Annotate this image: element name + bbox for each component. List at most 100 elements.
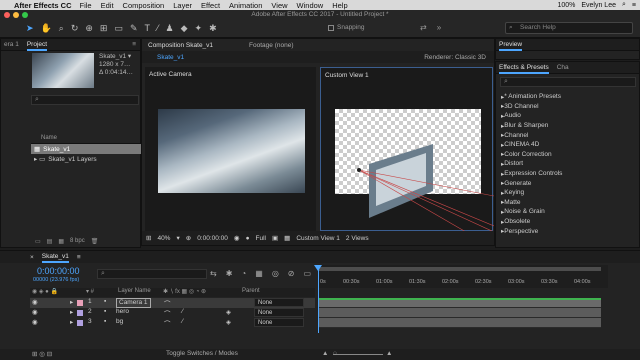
project-item[interactable]: ▸ ▭ Skate_v1 Layers [31, 154, 141, 164]
column-parent[interactable]: Parent [242, 288, 260, 294]
graph-icon[interactable]: ▭ [304, 269, 312, 278]
region-icon[interactable]: ▣ [272, 234, 278, 242]
tab-timeline-comp[interactable]: Skate_v1 [41, 251, 69, 263]
label-color-swatch[interactable] [77, 310, 83, 316]
comp-name[interactable]: Skate_v1 ▾ [99, 53, 133, 61]
list-item[interactable]: ▸ Obsolete [496, 217, 637, 227]
menu-composition[interactable]: Composition [123, 1, 165, 10]
list-item[interactable]: ▸ Distort [496, 159, 637, 169]
timeline-search-input[interactable]: ⌕ [97, 269, 207, 279]
new-comp-icon[interactable]: ▦ [58, 238, 64, 245]
eye-icon[interactable]: ◉ [32, 298, 38, 306]
table-row[interactable]: ◉ ▸ 2 ▪ hero ⌒ ∕ ◈ None [30, 308, 315, 318]
label-color-swatch[interactable] [77, 300, 83, 306]
shy-switch-icon[interactable]: ⌒ [164, 308, 171, 318]
eye-icon[interactable]: ◉ [32, 318, 38, 326]
panel-menu-icon[interactable]: ≡ [77, 254, 81, 261]
snapping-toggle[interactable]: Snapping [328, 24, 364, 31]
roto-brush-tool-icon[interactable]: ✦ [195, 23, 203, 34]
interpret-footage-icon[interactable]: ▭ [35, 238, 41, 245]
rectangle-tool-icon[interactable]: ▭ [114, 23, 123, 34]
eye-icon[interactable]: ◉ [32, 308, 38, 316]
parent-select[interactable]: None [254, 318, 304, 327]
bpc-label[interactable]: 8 bpc [70, 238, 85, 244]
list-item[interactable]: ▸ * Animation Presets [496, 92, 637, 102]
camera-tool-icon[interactable]: ⊕ [85, 23, 93, 34]
composition-mini-flowchart-icon[interactable]: ⇆ [210, 269, 217, 278]
zoom-select[interactable]: 40% [157, 235, 170, 242]
always-preview-icon[interactable]: ⊞ [146, 234, 151, 242]
layer-bar[interactable] [318, 318, 601, 328]
list-item[interactable]: ▸ Noise & Grain [496, 207, 637, 217]
parent-select[interactable]: None [254, 308, 304, 317]
clone-stamp-tool-icon[interactable]: ♟ [166, 23, 174, 34]
tab-effects-presets[interactable]: Effects & Presets [499, 62, 549, 74]
menu-effect[interactable]: Effect [201, 1, 220, 10]
puppet-pin-tool-icon[interactable]: ✱ [209, 23, 217, 34]
parent-select[interactable]: None [254, 298, 304, 307]
quality-switch-icon[interactable]: ∕ [182, 308, 183, 315]
resolution-icon[interactable]: ▾ [176, 234, 179, 242]
draft-3d-icon[interactable]: ✱ [226, 269, 233, 278]
list-icon[interactable]: ≡ [632, 2, 636, 9]
list-item[interactable]: ▸ Channel [496, 130, 637, 140]
view-select[interactable]: Custom View 1 [296, 235, 340, 242]
search-icon[interactable]: ⌕ [622, 1, 626, 9]
hand-tool-icon[interactable]: ✋ [41, 23, 52, 34]
active-camera-view[interactable]: Active Camera [145, 67, 316, 231]
comp-subtab[interactable]: Skate_v1 [157, 54, 184, 61]
pen-tool-icon[interactable]: ✎ [130, 23, 138, 34]
snap-options-icon[interactable]: ⇄ [420, 23, 427, 32]
table-row[interactable]: ◉ ▸ 3 ▪ bg ⌒ ∕ ◈ None [30, 318, 315, 328]
layer-switches-icon[interactable]: ⊞ ◎ ⊟ [32, 350, 52, 358]
tab-composition[interactable]: Composition Skate_v1 [148, 42, 213, 49]
layer-name[interactable]: hero [116, 308, 129, 315]
shy-switch-icon[interactable]: ⌒ [164, 298, 171, 308]
zoom-slider-handle[interactable]: ○ [333, 350, 337, 357]
project-item[interactable]: ▦ Skate_v1 [31, 144, 141, 154]
graph-editor-icon[interactable]: ⊘ [288, 269, 295, 278]
time-ruler[interactable]: 0s 00:30s 01:00s 01:30s 02:00s 02:30s 03… [318, 265, 608, 288]
3d-layer-icon[interactable]: ◈ [226, 308, 231, 316]
label-color-swatch[interactable] [77, 320, 83, 326]
effects-search-input[interactable]: ⌕ [500, 77, 636, 87]
tab-camera[interactable]: era 1 [4, 41, 19, 48]
list-item[interactable]: ▸ Expression Controls [496, 169, 637, 179]
close-icon[interactable]: × [30, 254, 34, 261]
layer-bar[interactable] [318, 298, 601, 308]
trash-icon[interactable]: 🗑 [91, 238, 99, 245]
expand-icon[interactable]: ▸ [70, 308, 73, 316]
work-area-bar[interactable] [318, 267, 601, 271]
menu-file[interactable]: File [80, 1, 92, 10]
snapshot-icon[interactable]: ◉ [234, 234, 240, 242]
grid-icon[interactable]: ⊕ [186, 234, 191, 242]
channel-icon[interactable]: ● [246, 235, 250, 242]
list-item[interactable]: ▸ Blur & Sharpen [496, 121, 637, 131]
menu-edit[interactable]: Edit [101, 1, 114, 10]
current-time[interactable]: 0:00:00:00 [37, 266, 80, 276]
project-search-input[interactable]: ⌕ [31, 95, 139, 105]
menu-layer[interactable]: Layer [173, 1, 192, 10]
list-item[interactable]: ▸ Audio [496, 111, 637, 121]
tab-footage[interactable]: Footage (none) [249, 42, 293, 49]
tab-project[interactable]: Project [26, 39, 48, 51]
eraser-tool-icon[interactable]: ◆ [181, 23, 188, 34]
menu-help[interactable]: Help [332, 1, 347, 10]
list-item[interactable]: ▸ Color Correction [496, 150, 637, 160]
user-name[interactable]: Evelyn Lee [581, 2, 616, 9]
menu-animation[interactable]: Animation [229, 1, 262, 10]
timecode-display[interactable]: 0:00:00:00 [197, 235, 228, 242]
panel-menu-icon[interactable]: ≡ [132, 41, 136, 48]
new-folder-icon[interactable]: ▤ [47, 238, 53, 245]
layer-name[interactable]: bg [116, 318, 123, 325]
transparency-icon[interactable]: ▦ [284, 234, 290, 242]
layer-bar[interactable] [318, 308, 601, 318]
layer-name[interactable]: Camera 1 [116, 298, 151, 308]
3d-layer-icon[interactable]: ◈ [226, 318, 231, 326]
shy-icon[interactable]: ◔ [241, 269, 246, 278]
zoom-out-icon[interactable]: ▲ [322, 350, 328, 357]
playhead[interactable] [318, 265, 319, 333]
custom-view[interactable]: Custom View 1 [320, 67, 494, 232]
camera-icon[interactable] [357, 168, 361, 172]
column-layer-name[interactable]: Layer Name [118, 288, 151, 294]
